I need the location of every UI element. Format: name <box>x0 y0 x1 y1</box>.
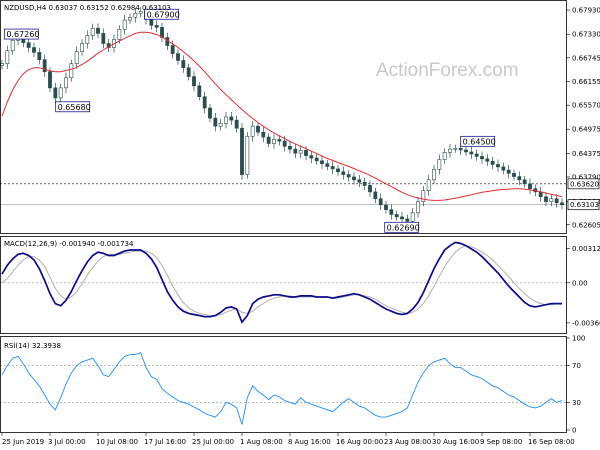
macd-tick-label: -0.003663 <box>572 319 600 327</box>
rsi-tick-label: 100 <box>572 335 585 343</box>
macd-tick-label: 0.00 <box>572 279 588 287</box>
watermark: ActionForex.com <box>376 60 519 81</box>
annotation-label: 0.67260 <box>6 30 39 39</box>
rsi-tick-label: 0 <box>572 427 576 435</box>
time-tick-label: 25 Jun 2019 <box>2 438 44 446</box>
time-tick-label: 23 Aug 08:00 <box>384 438 431 446</box>
price-box-label: 0.63103 <box>570 201 599 209</box>
macd-tick-label: 0.003121 <box>572 245 600 253</box>
current-price-box: 0.63103 <box>567 199 600 211</box>
rsi-label: RSI(14) 32.3938 <box>4 342 61 350</box>
price-tick-label: 0.65570 <box>572 102 600 110</box>
time-tick-label: 16 Aug 00:00 <box>336 438 383 446</box>
price-annotation: 0.67260 <box>3 28 39 40</box>
time-tick-label: 17 Jul 16:00 <box>144 438 186 446</box>
price-tick-label: 0.67930 <box>572 7 600 15</box>
time-tick-label: 3 Jul 00:00 <box>48 438 86 446</box>
time-tick-label: 25 Jul 00:00 <box>192 438 234 446</box>
price-annotation: 0.62690 <box>384 221 420 233</box>
time-tick-label: 30 Aug 16:00 <box>432 438 479 446</box>
time-tick-label: 9 Sep 08:00 <box>480 438 522 446</box>
rsi-tick-label: 30 <box>572 399 581 407</box>
annotation-label: 0.62690 <box>387 223 420 232</box>
time-tick-label: 8 Aug 16:00 <box>288 438 331 446</box>
price-annotation: 0.65680 <box>55 101 91 113</box>
price-tick-label: 0.67330 <box>572 31 600 39</box>
time-tick-label: 1 Aug 08:00 <box>240 438 283 446</box>
time-tick-label: 16 Sep 08:00 <box>528 438 575 446</box>
price-tick-label: 0.66155 <box>572 78 600 86</box>
macd-label: MACD(12,26,9) -0.001940 -0.001734 <box>4 240 134 248</box>
annotation-label: 0.65680 <box>58 103 91 112</box>
symbol-header: NZDUSD,H4 0.63037 0.63152 0.62984 0.6310… <box>4 4 171 12</box>
price-annotation: 0.64500 <box>460 135 496 147</box>
price-tick-label: 0.66745 <box>572 54 600 62</box>
price-box-label: 0.63620 <box>570 180 599 188</box>
rsi-tick-label: 70 <box>572 362 581 370</box>
price-tick-label: 0.64975 <box>572 126 600 134</box>
price-tick-label: 0.62605 <box>572 221 600 229</box>
dashed-level-box: 0.63620 <box>567 178 600 190</box>
candle <box>245 132 250 179</box>
price-tick-label: 0.64375 <box>572 150 600 158</box>
price-chart: ActionForex.com 0.67930 0.67330 0.66745 0.6… <box>0 0 600 450</box>
annotation-label: 0.64500 <box>463 137 496 146</box>
time-tick-label: 10 Jul 08:00 <box>96 438 138 446</box>
candle <box>240 123 244 180</box>
